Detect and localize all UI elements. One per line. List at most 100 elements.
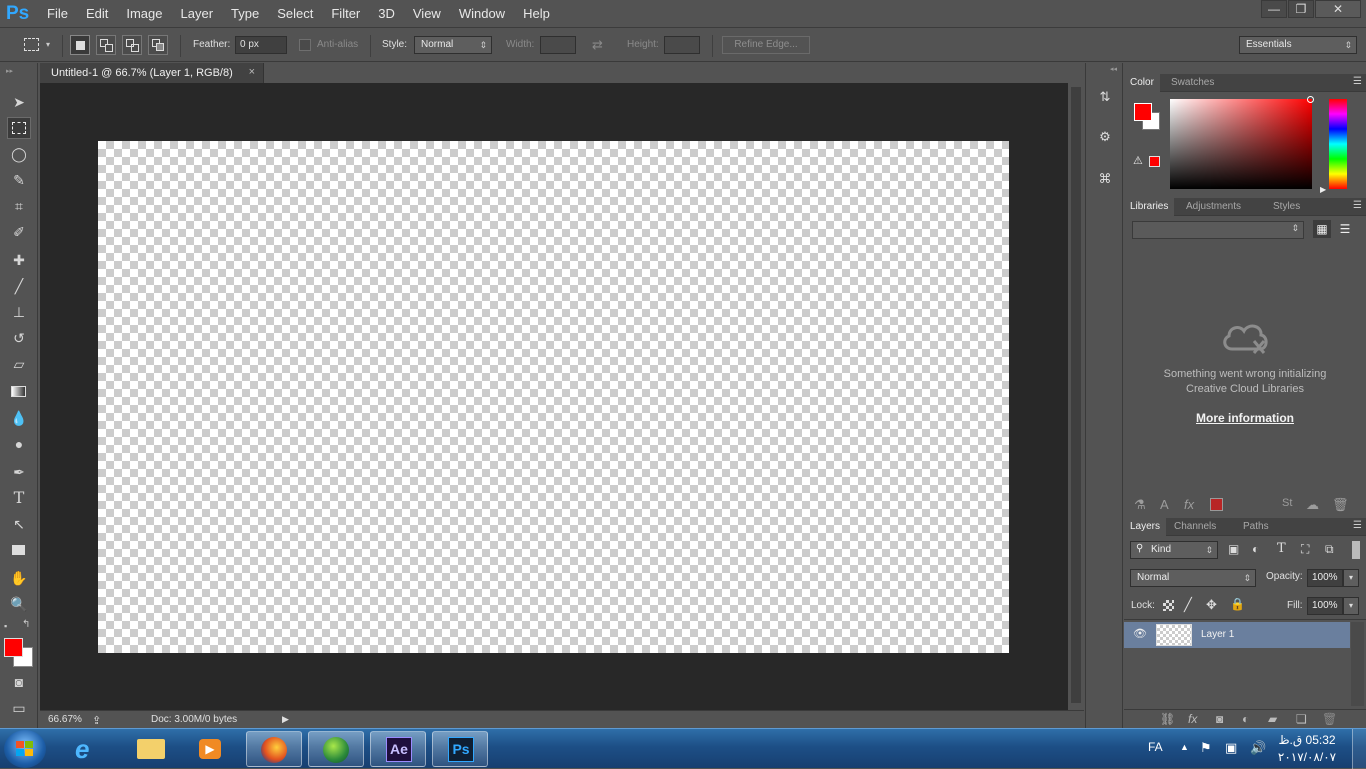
lock-transparent-icon[interactable] — [1163, 600, 1174, 611]
opacity-input[interactable]: 100% — [1307, 569, 1343, 587]
tab-color[interactable]: Color — [1124, 74, 1160, 92]
gamut-color-swatch[interactable] — [1149, 156, 1160, 167]
after-effects-button[interactable]: Ae — [370, 731, 426, 767]
library-select[interactable] — [1132, 221, 1304, 239]
menu-select[interactable]: Select — [268, 0, 322, 28]
blur-tool-icon[interactable]: 💧 — [7, 407, 31, 429]
menu-layer[interactable]: Layer — [172, 0, 223, 28]
color-picker-field[interactable] — [1170, 99, 1312, 189]
panel-menu-icon[interactable]: ☰ — [1353, 76, 1362, 87]
eraser-tool-icon[interactable]: ▱ — [7, 353, 31, 375]
new-selection-icon[interactable] — [70, 35, 90, 55]
clock-time[interactable]: 05:32 ق.ظ — [1272, 733, 1342, 747]
start-button[interactable] — [4, 730, 46, 768]
lock-pixels-icon[interactable]: ╱ — [1184, 597, 1192, 613]
menu-edit[interactable]: Edit — [77, 0, 117, 28]
panel-menu-icon[interactable]: ☰ — [1353, 200, 1362, 211]
menu-help[interactable]: Help — [514, 0, 559, 28]
network-icon[interactable]: ▣ — [1225, 740, 1237, 756]
quick-selection-tool-icon[interactable]: ✎ — [7, 169, 31, 191]
panel-menu-icon[interactable]: ☰ — [1353, 520, 1362, 531]
adjustment-layer-icon[interactable]: ◐ — [1242, 712, 1249, 726]
swap-dimensions-icon[interactable]: ⇄ — [592, 37, 603, 53]
action-center-icon[interactable]: ⚑ — [1200, 740, 1212, 756]
default-colors-icon[interactable]: ▪ — [4, 621, 7, 631]
swap-colors-icon[interactable]: ↰ — [22, 619, 30, 630]
menu-3d[interactable]: 3D — [369, 0, 404, 28]
download-manager-button[interactable] — [308, 731, 364, 767]
menu-image[interactable]: Image — [117, 0, 171, 28]
volume-icon[interactable]: 🔊 — [1250, 740, 1266, 756]
quick-mask-icon[interactable]: ◙ — [7, 671, 31, 693]
color-picker-cursor[interactable] — [1307, 96, 1314, 103]
rectangle-tool-icon[interactable] — [7, 539, 31, 561]
status-menu-arrow-icon[interactable]: ▶ — [282, 714, 289, 725]
opacity-dropdown-icon[interactable]: ▾ — [1343, 569, 1359, 587]
hand-tool-icon[interactable]: ✋ — [7, 567, 31, 589]
layer-name[interactable]: Layer 1 — [1201, 629, 1234, 640]
add-character-style-icon[interactable]: A — [1160, 497, 1169, 512]
properties-panel-icon[interactable]: ⚙ — [1095, 127, 1115, 147]
dodge-tool-icon[interactable]: ● — [7, 433, 31, 455]
menu-type[interactable]: Type — [222, 0, 268, 28]
gradient-tool-icon[interactable] — [7, 381, 31, 403]
filter-type-icon[interactable]: T — [1277, 541, 1286, 556]
filter-pixel-icon[interactable]: ▣ — [1228, 542, 1239, 556]
tab-channels[interactable]: Channels — [1168, 518, 1222, 536]
add-color-icon[interactable] — [1210, 498, 1223, 511]
sync-icon[interactable]: ☁ — [1306, 497, 1319, 513]
add-selection-icon[interactable] — [96, 35, 116, 55]
delete-layer-icon[interactable]: 🗑 — [1322, 712, 1337, 726]
foreground-color-swatch[interactable] — [4, 638, 23, 657]
filter-toggle-switch[interactable] — [1352, 541, 1360, 559]
tab-paths[interactable]: Paths — [1237, 518, 1275, 536]
minimize-button[interactable]: — — [1261, 0, 1287, 18]
export-icon[interactable]: ⇪ — [92, 714, 101, 727]
height-input[interactable] — [664, 36, 700, 54]
close-button[interactable]: ✕ — [1315, 0, 1361, 18]
healing-brush-tool-icon[interactable]: ✚ — [7, 249, 31, 271]
file-explorer-button[interactable] — [122, 731, 178, 767]
style-select[interactable]: Normal — [414, 36, 492, 54]
transparent-canvas[interactable] — [98, 141, 1009, 653]
close-tab-icon[interactable]: × — [249, 66, 255, 78]
type-tool-icon[interactable]: T — [7, 487, 31, 509]
fill-dropdown-icon[interactable]: ▾ — [1343, 597, 1359, 615]
show-hidden-icons-icon[interactable]: ▲ — [1180, 742, 1189, 752]
add-layer-style-icon[interactable]: fx — [1184, 497, 1194, 512]
lasso-tool-icon[interactable]: ◯ — [7, 143, 31, 165]
firefox-button[interactable] — [246, 731, 302, 767]
hue-slider-handle-icon[interactable]: ▶ — [1320, 185, 1326, 194]
new-group-icon[interactable]: ▰ — [1268, 712, 1277, 726]
blend-mode-select[interactable]: Normal — [1130, 569, 1256, 587]
history-brush-tool-icon[interactable]: ↺ — [7, 327, 31, 349]
layers-scrollbar[interactable] — [1351, 622, 1364, 706]
pen-tool-icon[interactable]: ✒ — [7, 461, 31, 483]
tab-styles[interactable]: Styles — [1267, 198, 1306, 216]
filter-adjustment-icon[interactable]: ◐ — [1252, 542, 1259, 556]
tab-swatches[interactable]: Swatches — [1165, 74, 1220, 92]
lock-position-icon[interactable]: ✥ — [1206, 597, 1217, 613]
tab-layers[interactable]: Layers — [1124, 518, 1167, 536]
crop-tool-icon[interactable]: ⌗ — [7, 195, 31, 217]
zoom-level[interactable]: 66.67% — [48, 714, 82, 725]
collapse-icon[interactable]: ▸▸ — [6, 67, 13, 75]
refine-edge-button[interactable]: Refine Edge... — [722, 36, 810, 54]
width-input[interactable] — [540, 36, 576, 54]
screen-mode-icon[interactable]: ▭ — [7, 697, 31, 719]
tab-libraries[interactable]: Libraries — [1124, 198, 1175, 216]
restore-button[interactable]: ❐ — [1288, 0, 1314, 18]
history-panel-icon[interactable]: ⇅ — [1095, 87, 1115, 107]
new-layer-icon[interactable]: ❏ — [1296, 712, 1307, 726]
link-layers-icon[interactable]: ⛓ — [1160, 712, 1175, 726]
menu-view[interactable]: View — [404, 0, 450, 28]
layer-mask-icon[interactable]: ◙ — [1216, 712, 1223, 726]
menu-filter[interactable]: Filter — [322, 0, 369, 28]
menu-file[interactable]: File — [38, 0, 77, 28]
filter-shape-icon[interactable]: ⛶ — [1301, 542, 1309, 557]
subtract-selection-icon[interactable] — [122, 35, 142, 55]
vertical-scrollbar[interactable] — [1068, 83, 1084, 710]
trash-icon[interactable]: 🗑 — [1332, 497, 1349, 513]
hue-slider[interactable] — [1329, 99, 1347, 189]
path-selection-tool-icon[interactable]: ↖ — [7, 513, 31, 535]
